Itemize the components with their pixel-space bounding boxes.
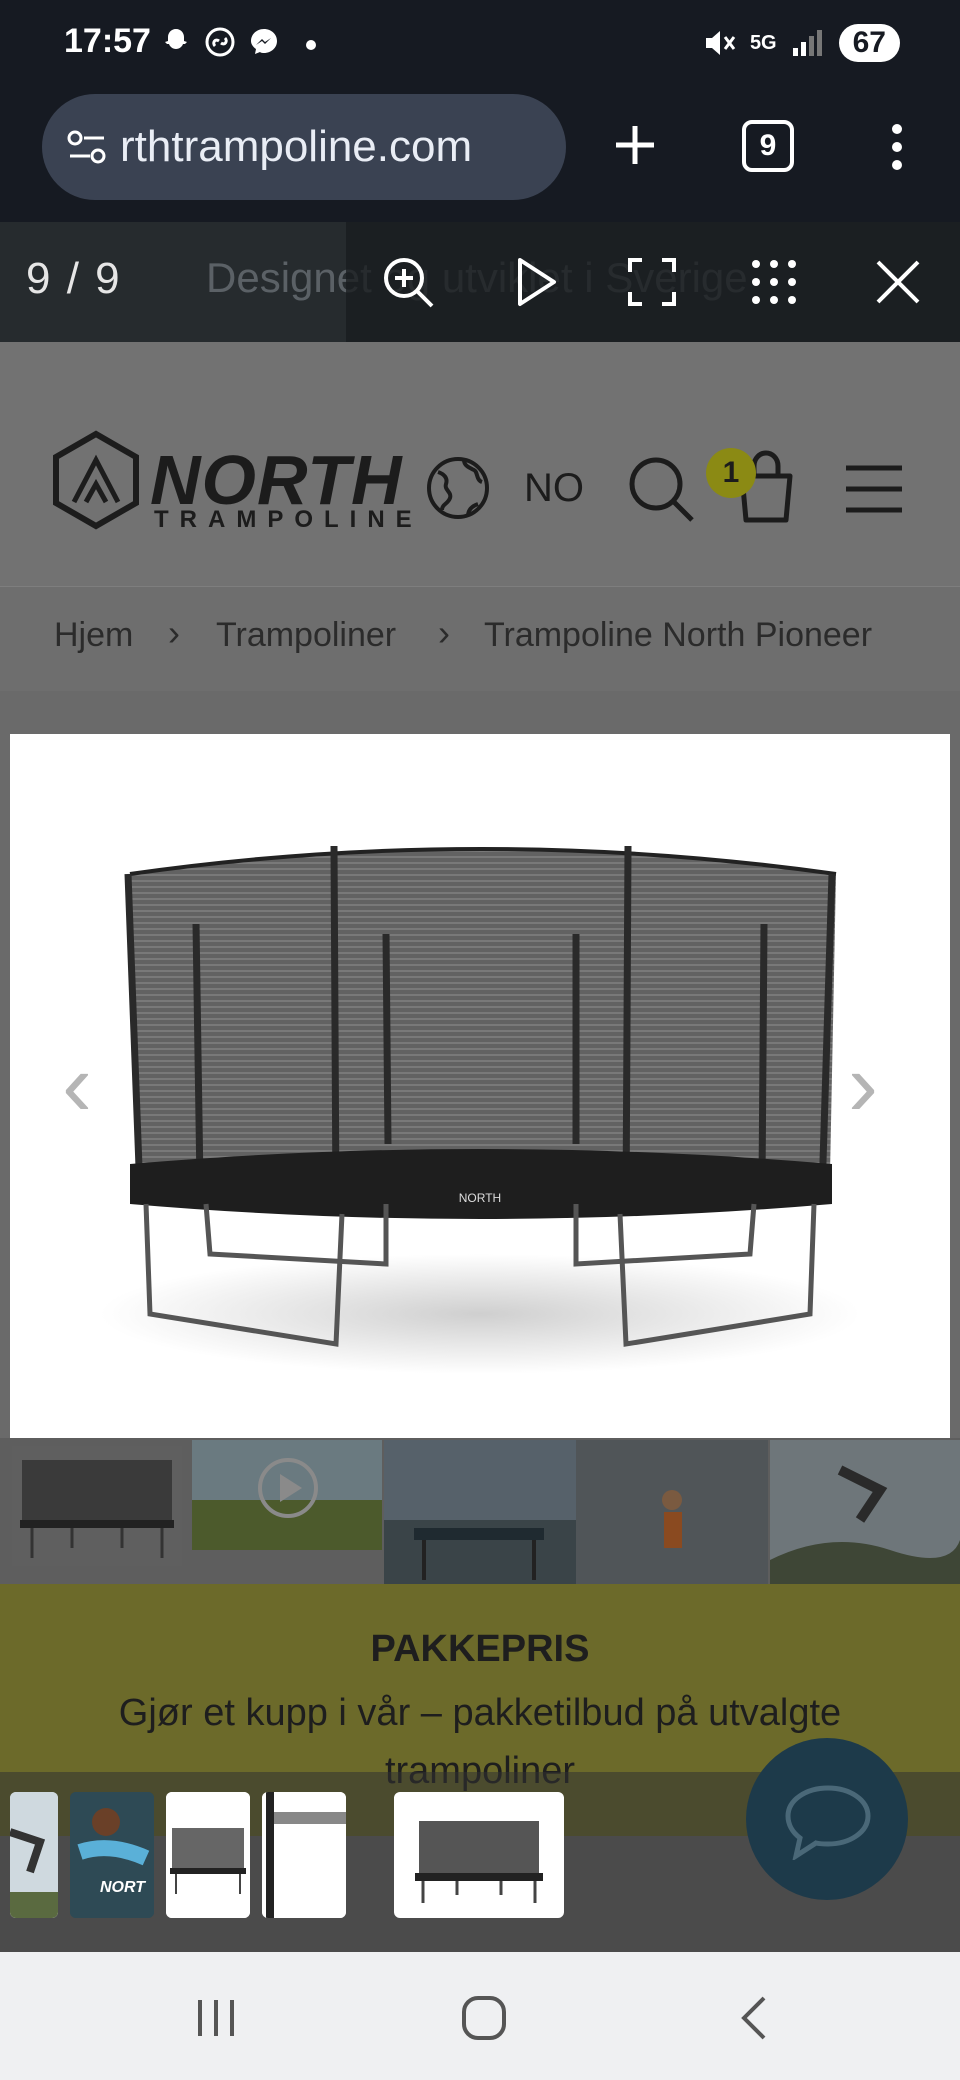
tab-count: 9 xyxy=(759,129,777,162)
network-label: 5G xyxy=(749,31,777,54)
browser-menu-icon[interactable] xyxy=(888,122,906,177)
breadcrumb-home[interactable]: Hjem xyxy=(54,616,133,655)
filmstrip-thumb-flip[interactable] xyxy=(10,1792,58,1918)
gallery-counter: 9 / 9 xyxy=(26,254,122,303)
zoom-in-icon[interactable] xyxy=(380,254,436,315)
thumbnail-detail[interactable] xyxy=(384,1440,576,1584)
site-settings-icon[interactable] xyxy=(66,128,108,173)
tab-switcher-button[interactable]: 9 xyxy=(742,120,794,172)
filmstrip-thumb-frame[interactable] xyxy=(262,1792,346,1918)
chat-bubble-icon xyxy=(784,1784,872,1865)
status-right: 5G 67 xyxy=(702,24,900,62)
thumbnail-video[interactable] xyxy=(192,1440,382,1550)
logo-subtitle: TRAMPOLINE xyxy=(154,506,423,533)
breadcrumb-separator-icon: › xyxy=(168,612,180,653)
notification-icons xyxy=(160,26,316,58)
breadcrumb-trampoliner[interactable]: Trampoliner xyxy=(216,616,396,655)
home-icon[interactable] xyxy=(460,1994,508,2047)
back-icon[interactable] xyxy=(736,1994,772,2047)
new-tab-icon[interactable] xyxy=(606,116,664,174)
promo-title: PAKKEPRIS xyxy=(370,1628,590,1670)
filmstrip-thumb-lying-kid[interactable]: NORT xyxy=(70,1792,154,1918)
thumbnail-jump-action[interactable] xyxy=(770,1440,960,1584)
product-image-viewer[interactable]: NORTH xyxy=(10,734,950,1438)
messenger-icon xyxy=(251,29,277,54)
search-icon[interactable] xyxy=(626,454,696,529)
previous-image-chevron-icon[interactable]: ‹ xyxy=(62,1034,92,1137)
recent-apps-icon[interactable] xyxy=(194,1996,238,2045)
close-gallery-icon[interactable] xyxy=(874,258,922,311)
trampoline-product-image: NORTH xyxy=(100,845,860,1374)
north-logo-icon[interactable] xyxy=(52,430,140,535)
cart-count-badge: 1 xyxy=(706,448,756,498)
thumbnail-trampoline[interactable] xyxy=(12,1446,182,1566)
hamburger-menu-icon[interactable] xyxy=(844,464,904,519)
battery-level: 67 xyxy=(852,26,886,59)
breadcrumb-current: Trampoline North Pioneer xyxy=(484,616,873,654)
grid-view-icon[interactable] xyxy=(750,258,798,311)
globe-icon[interactable] xyxy=(424,454,492,527)
filmstrip-brand-text: NORT xyxy=(100,1879,146,1896)
url-text[interactable]: rthtrampoline.com xyxy=(120,122,550,172)
next-image-chevron-icon[interactable]: › xyxy=(848,1034,878,1137)
filmstrip-thumb-trampoline[interactable] xyxy=(166,1792,250,1918)
slideshow-play-icon[interactable] xyxy=(514,256,558,313)
thumbnail-kid-jumping[interactable] xyxy=(576,1440,768,1584)
shazam-icon xyxy=(205,27,235,57)
more-notifications-dot xyxy=(306,40,316,50)
battery-indicator: 67 xyxy=(838,24,900,62)
snapchat-icon xyxy=(165,29,187,49)
filmstrip-thumb-active[interactable] xyxy=(394,1792,564,1918)
svg-text:NORTH: NORTH xyxy=(459,1191,501,1205)
signal-icon xyxy=(792,30,822,56)
status-time: 17:57 xyxy=(64,22,151,60)
breadcrumb-separator-icon: › xyxy=(438,612,450,653)
language-selector[interactable]: NO xyxy=(524,466,584,511)
mute-icon xyxy=(705,31,736,55)
fullscreen-icon[interactable] xyxy=(626,256,678,313)
